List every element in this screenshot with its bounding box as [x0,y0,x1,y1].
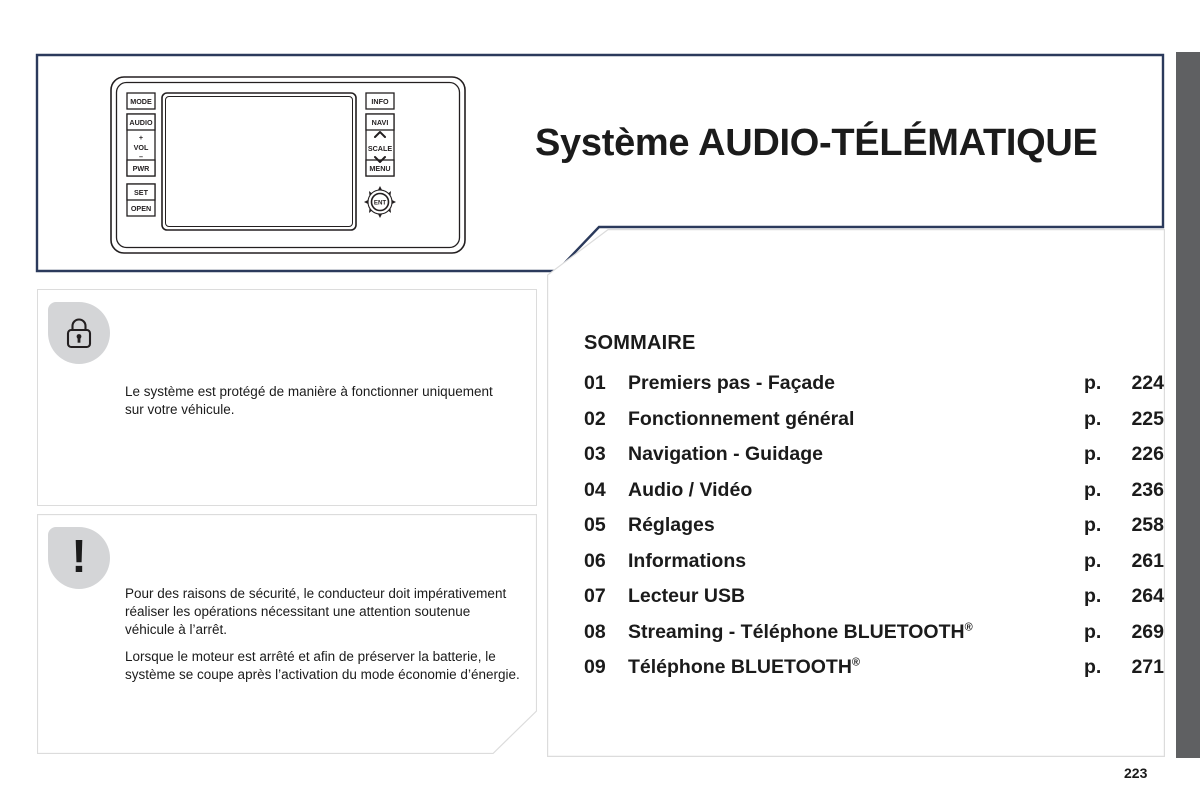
entry-page-prefix: p. [1084,478,1102,501]
lock-icon [48,302,110,364]
entry-page-prefix: p. [1084,407,1102,430]
entry-page-number: 224 [1131,372,1164,394]
entry-label: Premiers pas - Façade [628,372,836,394]
note-text-protection: Le système est protégé de manière à fonc… [125,384,493,417]
svg-text:MENU: MENU [369,164,390,173]
sommaire-entry[interactable]: 06 Informations p. 261 [584,550,1164,586]
sommaire-entry[interactable]: 02 Fonctionnement général p. 225 [584,408,1164,444]
entry-page-number: 226 [1131,443,1164,465]
svg-text:VOL: VOL [134,143,149,152]
note-text-safety-para-2: Lorsque le moteur est arrêté et afin de … [125,648,520,682]
note-text-safety: Pour des raisons de sécurité, le conduct… [125,585,520,684]
svg-text:+: + [139,133,143,142]
svg-text:OPEN: OPEN [131,204,151,213]
entry-page-number: 269 [1131,620,1164,643]
svg-text:MODE: MODE [130,97,152,106]
entry-page-number: 236 [1131,478,1164,501]
svg-text:PWR: PWR [133,164,151,173]
entry-page-prefix: p. [1084,443,1102,465]
entry-number: 02 [584,407,606,430]
entry-page-prefix: p. [1084,620,1102,643]
svg-text:NAVI: NAVI [372,118,389,127]
note-text-safety-para-1: Pour des raisons de sécurité, le conduct… [125,586,507,637]
page-edge-tab [1176,52,1200,758]
entry-number: 01 [584,372,606,394]
entry-number: 05 [584,514,606,536]
svg-text:SET: SET [134,188,149,197]
registered-trademark-icon: ® [964,621,973,633]
lock-icon-glyph [66,317,92,348]
sommaire-list: 01 Premiers pas - Façade p. 224 02 Fonct… [584,372,1164,692]
sommaire-heading: SOMMAIRE [584,332,696,354]
entry-label: Réglages [628,514,715,536]
sommaire-entry[interactable]: 04 Audio / Vidéo p. 236 [584,479,1164,515]
entry-page-number: 258 [1131,514,1164,536]
warning-exclamation-icon: ! [48,527,110,589]
entry-number: 03 [584,443,606,465]
sommaire-entry[interactable]: 09 Téléphone BLUETOOTH® p. 271 [584,656,1164,692]
page-title: Système AUDIO-TÉLÉMATIQUE [535,122,1098,164]
sommaire-entry[interactable]: 08 Streaming - Téléphone BLUETOOTH® p. 2… [584,621,1164,657]
entry-page-number: 261 [1131,549,1164,572]
svg-text:–: – [139,152,143,161]
entry-label: Informations [628,549,747,572]
sommaire-entry[interactable]: 03 Navigation - Guidage p. 226 [584,443,1164,479]
svg-text:INFO: INFO [371,97,389,106]
entry-number: 04 [584,478,606,501]
entry-label: Téléphone BLUETOOTH® [628,656,861,678]
head-unit-illustration: MODE AUDIO + VOL – PWR SET OPEN INFO NAV… [110,76,466,254]
entry-label: Audio / Vidéo [628,478,753,501]
sommaire-entry[interactable]: 01 Premiers pas - Façade p. 224 [584,372,1164,408]
entry-number: 09 [584,656,606,678]
entry-label: Lecteur USB [628,585,746,607]
entry-number: 08 [584,620,606,643]
entry-label: Navigation - Guidage [628,443,824,465]
page-number: 223 [1124,765,1148,781]
entry-page-number: 225 [1131,407,1164,430]
exclamation-glyph: ! [71,530,87,582]
entry-label: Fonctionnement général [628,407,855,430]
entry-label: Streaming - Téléphone BLUETOOTH® [628,620,973,643]
entry-page-prefix: p. [1084,656,1102,678]
svg-text:SCALE: SCALE [368,144,393,153]
entry-page-prefix: p. [1084,549,1102,572]
sommaire-entry[interactable]: 05 Réglages p. 258 [584,514,1164,550]
entry-page-prefix: p. [1084,372,1102,394]
entry-page-number: 264 [1131,585,1164,607]
entry-page-prefix: p. [1084,514,1102,536]
svg-text:ENT: ENT [374,200,387,207]
registered-trademark-icon: ® [851,656,861,669]
entry-page-number: 271 [1131,656,1164,678]
sommaire-entry[interactable]: 07 Lecteur USB p. 264 [584,585,1164,621]
entry-number: 07 [584,585,606,607]
entry-number: 06 [584,549,606,572]
svg-text:AUDIO: AUDIO [129,118,153,127]
entry-page-prefix: p. [1084,585,1102,607]
